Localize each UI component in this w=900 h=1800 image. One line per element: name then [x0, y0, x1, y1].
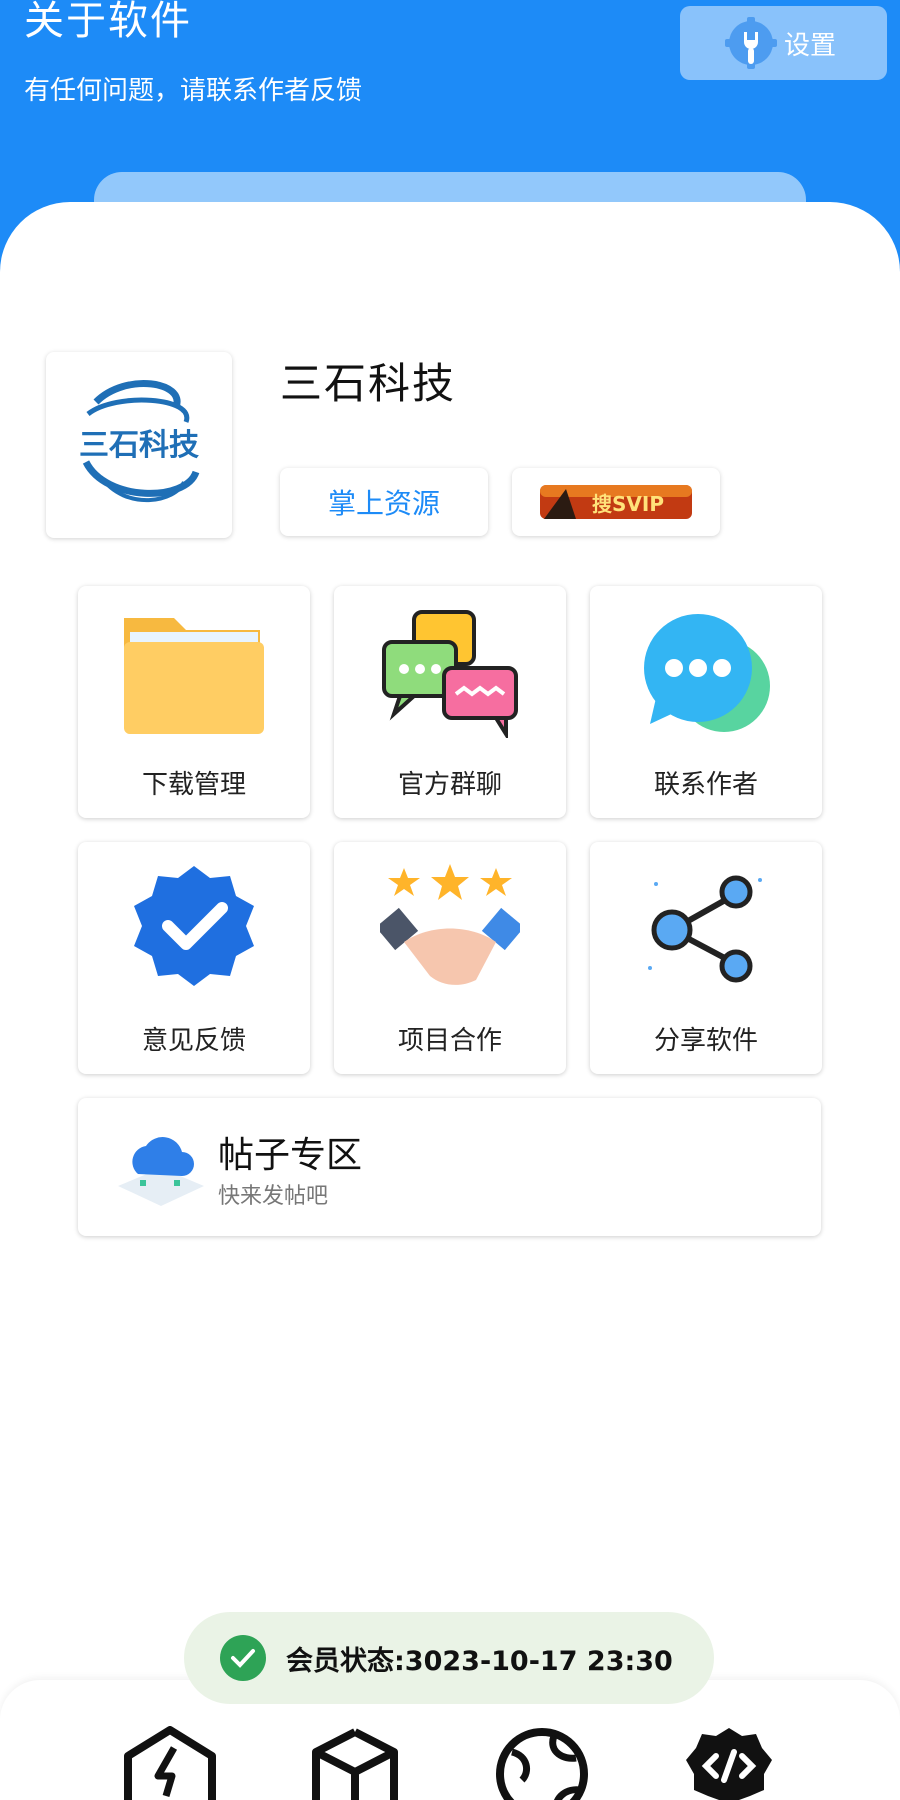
tile-share-software[interactable]: 分享软件 [590, 842, 822, 1074]
svip-badge: 搜SVIP [540, 485, 692, 519]
membership-status-text: 会员状态:3023-10-17 23:30 [286, 1645, 673, 1677]
cloud-platform-icon [118, 1137, 204, 1206]
tile-label: 意见反馈 [141, 1026, 246, 1056]
tile-download-manager[interactable]: 下载管理 [78, 586, 310, 818]
settings-button[interactable]: 设置 [680, 6, 887, 80]
resource-button[interactable]: 掌上资源 [280, 468, 488, 536]
tile-label: 联系作者 [653, 770, 758, 800]
settings-label: 设置 [784, 30, 837, 61]
code-gear-icon[interactable] [684, 1726, 774, 1800]
company-name: 三石科技 [280, 359, 457, 408]
page-subtitle: 有任何问题，请联系作者反馈 [24, 76, 363, 106]
resource-button-label: 掌上资源 [327, 487, 440, 520]
globe-icon[interactable] [494, 1726, 590, 1800]
folder-icon [124, 618, 264, 734]
verified-badge-icon [134, 866, 254, 986]
handshake-icon [380, 864, 520, 985]
tile-label: 下载管理 [141, 770, 246, 800]
tile-contact-author[interactable]: 联系作者 [590, 586, 822, 818]
check-circle-icon [220, 1635, 266, 1681]
box-icon[interactable] [310, 1726, 400, 1800]
page-title: 关于软件 [24, 0, 192, 44]
tile-project-cooperation[interactable]: 项目合作 [334, 842, 566, 1074]
company-logo: 三石科技 [46, 352, 232, 538]
logo-waves-icon: 三石科技 [79, 380, 200, 503]
membership-status-toast: 会员状态:3023-10-17 23:30 [184, 1612, 714, 1704]
tile-label: 分享软件 [653, 1026, 758, 1056]
tile-feedback[interactable]: 意见反馈 [78, 842, 310, 1074]
svip-badge-button[interactable]: 搜SVIP [512, 468, 720, 536]
tile-label: 项目合作 [397, 1026, 502, 1056]
svg-text:搜SVIP: 搜SVIP [592, 492, 664, 516]
gear-wrench-icon [725, 17, 777, 69]
post-zone-subtitle: 快来发帖吧 [218, 1184, 329, 1209]
chat-bubble-icon [644, 614, 770, 732]
group-chat-icon [382, 610, 518, 738]
share-icon [648, 875, 762, 983]
post-zone-title: 帖子专区 [218, 1135, 363, 1176]
post-zone-card[interactable]: 帖子专区 快来发帖吧 [78, 1098, 821, 1236]
tile-label: 官方群聊 [397, 770, 502, 800]
svg-text:三石科技: 三石科技 [79, 428, 199, 463]
home-bolt-icon[interactable] [122, 1726, 218, 1800]
tile-official-group-chat[interactable]: 官方群聊 [334, 586, 566, 818]
